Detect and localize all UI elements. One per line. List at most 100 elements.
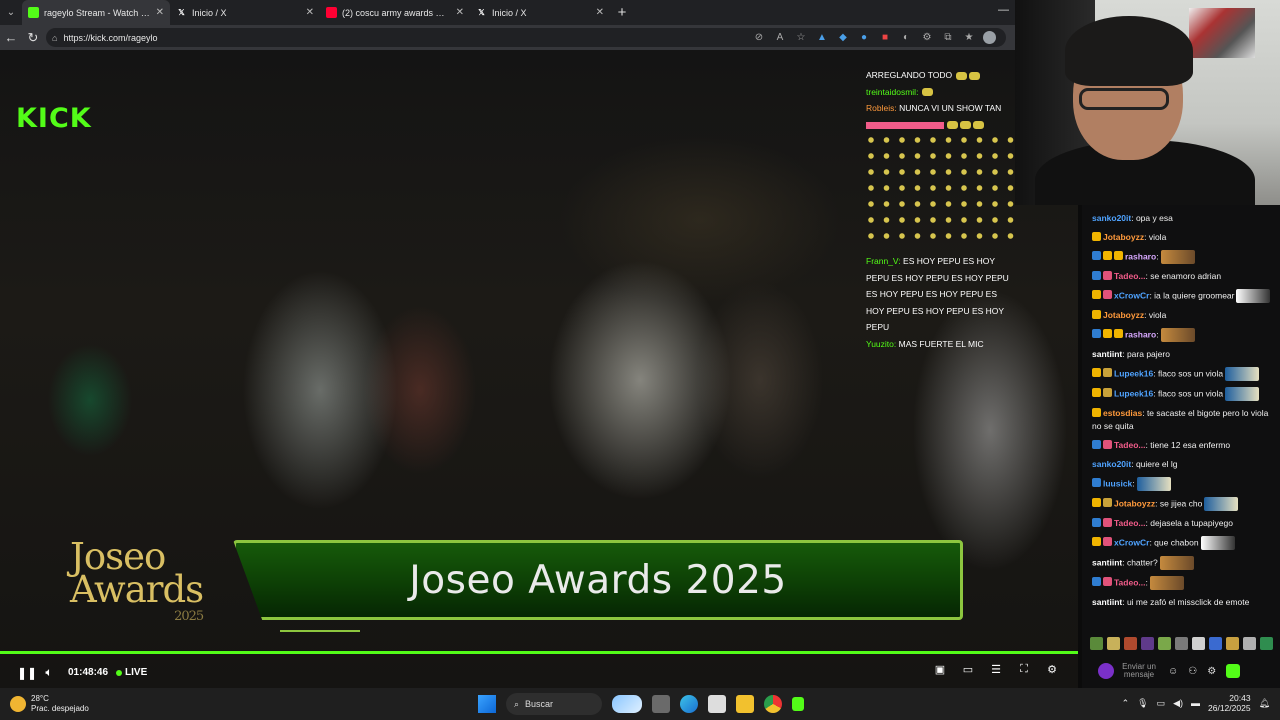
taskbar-search[interactable]: ⌕ Buscar bbox=[506, 693, 602, 715]
extension-4-icon[interactable]: ■ bbox=[878, 31, 892, 45]
chat-username[interactable]: Tadeo... bbox=[1114, 577, 1146, 587]
chat-username[interactable]: Lupeek16 bbox=[1114, 368, 1153, 378]
chat-username[interactable]: xCrowCr bbox=[1114, 537, 1149, 547]
chat-message[interactable]: Jotaboyzz: se jijea cho bbox=[1092, 494, 1274, 514]
fullscreen-icon[interactable]: ⛶ bbox=[1016, 663, 1032, 676]
emote-icon[interactable] bbox=[1243, 637, 1256, 650]
chat-username[interactable]: Jotaboyzz bbox=[1103, 310, 1144, 320]
chat-message[interactable]: estosdias: te sacaste el bigote pero lo … bbox=[1092, 404, 1274, 436]
emote-icon[interactable] bbox=[1192, 637, 1205, 650]
emote-icon[interactable] bbox=[1090, 637, 1103, 650]
chat-username[interactable]: rasharo bbox=[1125, 251, 1156, 261]
miniplayer-icon[interactable]: ▣ bbox=[932, 663, 948, 676]
volume-tray-icon[interactable]: ◀) bbox=[1173, 698, 1183, 709]
settings-icon[interactable]: ⚙ bbox=[1044, 663, 1060, 676]
chat-message[interactable]: sanko20it: opa y esa bbox=[1092, 209, 1274, 228]
weather-widget[interactable]: 28°C Prac. despejado bbox=[10, 694, 89, 714]
browser-tab[interactable]: (2) coscu army awards musica - Yo ✕ bbox=[320, 0, 470, 25]
extensions-icon[interactable]: ⚙ bbox=[920, 31, 934, 45]
chat-username[interactable]: Jotaboyzz bbox=[1103, 232, 1144, 242]
tab-actions-icon[interactable]: ⌄ bbox=[0, 0, 22, 25]
favorites-icon[interactable]: ★ bbox=[962, 31, 976, 45]
video-player[interactable]: KICK ARREGLANDO TODO treintaidosmil: Rob… bbox=[0, 50, 1078, 688]
notifications-icon[interactable]: 🔔︎ bbox=[1259, 698, 1270, 709]
emote-icon[interactable] bbox=[1260, 637, 1273, 650]
chat-message[interactable]: Lupeek16: flaco sos un viola bbox=[1092, 364, 1274, 384]
theater-icon[interactable]: ▭ bbox=[960, 663, 976, 676]
emote-icon[interactable] bbox=[1141, 637, 1154, 650]
chat-input[interactable]: Enviar un mensaje bbox=[1120, 662, 1158, 680]
chat-settings-icon[interactable]: ⚙ bbox=[1207, 666, 1216, 677]
copilot-icon[interactable] bbox=[612, 695, 642, 713]
tray-chevron-icon[interactable]: ⌃ bbox=[1122, 698, 1130, 709]
minimize-button[interactable]: — bbox=[998, 4, 1009, 16]
kick-app-icon[interactable] bbox=[792, 697, 804, 711]
browser-tab[interactable]: 𝕏 Inicio / X ✕ bbox=[470, 0, 610, 25]
browser-tab[interactable]: rageylo Stream - Watch Live o ✕ bbox=[22, 0, 170, 25]
chat-username[interactable]: Lupeek16 bbox=[1114, 388, 1153, 398]
chat-message[interactable]: santiint: ui me zafó el missclick de emo… bbox=[1092, 593, 1274, 612]
chat-message[interactable]: xCrowCr: ia la quiere groomear bbox=[1092, 286, 1274, 306]
chat-identity-icon[interactable] bbox=[1098, 663, 1114, 679]
file-explorer-icon[interactable] bbox=[736, 695, 754, 713]
extension-1-icon[interactable]: ▲ bbox=[815, 31, 829, 45]
extension-5-icon[interactable]: ◐ bbox=[899, 31, 913, 45]
split-screen-icon[interactable]: ⧉ bbox=[941, 31, 955, 45]
favorite-star-icon[interactable]: ☆ bbox=[794, 31, 808, 45]
store-icon[interactable] bbox=[708, 695, 726, 713]
chat-message[interactable]: Tadeo...: se enamoro adrian bbox=[1092, 267, 1274, 286]
emote-icon[interactable] bbox=[1209, 637, 1222, 650]
chat-message[interactable]: rasharo: bbox=[1092, 325, 1274, 345]
chat-message[interactable]: xCrowCr: que chabon bbox=[1092, 533, 1274, 553]
chat-username[interactable]: Tadeo... bbox=[1114, 440, 1146, 450]
chat-username[interactable]: santiint bbox=[1092, 597, 1122, 607]
profile-avatar[interactable] bbox=[983, 31, 996, 44]
close-tab-icon[interactable]: ✕ bbox=[156, 7, 164, 18]
chat-username[interactable]: estosdias bbox=[1103, 408, 1142, 418]
chat-username[interactable]: luusick bbox=[1103, 478, 1132, 488]
extension-2-icon[interactable]: ◆ bbox=[836, 31, 850, 45]
chrome-icon[interactable] bbox=[764, 695, 782, 713]
network-icon[interactable]: ▭ bbox=[1157, 698, 1166, 709]
site-info-icon[interactable]: ⌂ bbox=[52, 33, 57, 43]
edge-icon[interactable] bbox=[680, 695, 698, 713]
volume-icon[interactable]: 🔈︎ bbox=[38, 665, 60, 680]
chat-message[interactable]: Tadeo...: tiene 12 esa enfermo bbox=[1092, 436, 1274, 455]
task-view-icon[interactable] bbox=[652, 695, 670, 713]
clock[interactable]: 20:43 26/12/2025 bbox=[1208, 693, 1251, 713]
back-button[interactable]: ← bbox=[0, 30, 22, 45]
chat-username[interactable]: rasharo bbox=[1125, 329, 1156, 339]
read-aloud-icon[interactable]: A bbox=[773, 31, 787, 45]
close-tab-icon[interactable]: ✕ bbox=[306, 7, 314, 18]
start-button[interactable] bbox=[478, 695, 496, 713]
progress-bar[interactable] bbox=[0, 651, 1078, 654]
chat-username[interactable]: Tadeo... bbox=[1114, 271, 1146, 281]
close-tab-icon[interactable]: ✕ bbox=[596, 7, 604, 18]
emote-icon[interactable] bbox=[1124, 637, 1137, 650]
chat-message[interactable]: Jotaboyzz: viola bbox=[1092, 306, 1274, 325]
chat-username[interactable]: xCrowCr bbox=[1114, 290, 1149, 300]
pause-icon[interactable]: ❚❚ bbox=[16, 666, 38, 680]
chat-message[interactable]: sanko20it: quiere el lg bbox=[1092, 455, 1274, 474]
chat-message[interactable]: Tadeo...: bbox=[1092, 573, 1274, 593]
emote-icon[interactable] bbox=[1226, 637, 1239, 650]
chat-messages[interactable]: sanko20it: opa y esa Jotaboyzz: viola rash… bbox=[1092, 209, 1274, 612]
emote-icon[interactable] bbox=[1175, 637, 1188, 650]
chat-message[interactable]: Jotaboyzz: viola bbox=[1092, 228, 1274, 247]
browser-tab[interactable]: 𝕏 Inicio / X ✕ bbox=[170, 0, 320, 25]
chat-message[interactable]: Tadeo...: dejasela a tupapiyego bbox=[1092, 514, 1274, 533]
tracking-icon[interactable]: ⊘ bbox=[752, 31, 766, 45]
extension-3-icon[interactable]: ● bbox=[857, 31, 871, 45]
chat-username[interactable]: santiint bbox=[1092, 349, 1122, 359]
new-tab-button[interactable]: + bbox=[610, 4, 634, 21]
chat-message[interactable]: rasharo: bbox=[1092, 247, 1274, 267]
microphone-icon[interactable]: 🎙︎ bbox=[1137, 698, 1148, 709]
reload-button[interactable]: ↻ bbox=[22, 30, 44, 46]
chat-message[interactable]: Lupeek16: flaco sos un viola bbox=[1092, 384, 1274, 404]
emoji-icon[interactable]: ☺ bbox=[1168, 666, 1178, 677]
chat-username[interactable]: Tadeo... bbox=[1114, 518, 1146, 528]
url-text[interactable]: https://kick.com/rageylo bbox=[63, 33, 157, 43]
chat-message[interactable]: luusick: bbox=[1092, 474, 1274, 494]
chat-message[interactable]: santiint: para pajero bbox=[1092, 345, 1274, 364]
emote-icon[interactable] bbox=[1158, 637, 1171, 650]
